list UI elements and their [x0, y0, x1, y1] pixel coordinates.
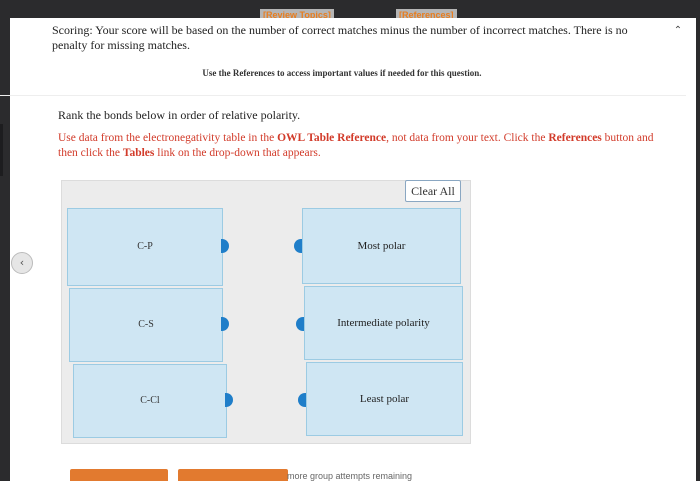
bond-item-c-s[interactable]: C-S	[69, 288, 223, 362]
scoring-text: Scoring: Your score will be based on the…	[52, 23, 628, 52]
use-references-text: Use the References to access important v…	[202, 68, 482, 78]
slot-most-polar[interactable]: Most polar	[302, 208, 461, 284]
back-arrow-icon[interactable]: ‹	[11, 252, 33, 274]
slot-label: Least polar	[359, 393, 410, 405]
attempts-remaining-text: more group attempts remaining	[287, 471, 413, 481]
question-prompt: Rank the bonds below in order of relativ…	[58, 108, 301, 122]
drop-target-icon	[294, 239, 302, 253]
note-text: Use data from the electronegativity tabl…	[58, 132, 278, 144]
slot-intermediate-polarity[interactable]: Intermediate polarity	[304, 286, 463, 360]
bond-item-c-p[interactable]: C-P	[67, 208, 223, 286]
bond-label: C-S	[138, 319, 154, 330]
drop-target-icon	[296, 317, 304, 331]
note-text: , not data from your text. Click the	[386, 132, 549, 144]
divider	[0, 95, 686, 96]
retry-entire-group-button[interactable]	[178, 469, 288, 481]
drop-target-icon	[298, 393, 306, 407]
note-bold-tables: Tables	[122, 147, 155, 159]
instruction-note: Use data from the electronegativity tabl…	[58, 131, 668, 161]
slot-least-polar[interactable]: Least polar	[306, 362, 463, 436]
slot-label: Most polar	[357, 240, 406, 252]
left-edge-marker	[0, 124, 3, 176]
scroll-up-icon[interactable]: ⌃	[671, 24, 685, 38]
bond-item-c-cl[interactable]: C-Cl	[73, 364, 227, 438]
note-bold-owl-table: OWL Table Reference	[277, 132, 387, 144]
note-text: link on the drop-down that appears.	[154, 147, 321, 159]
clear-all-button[interactable]: Clear All	[405, 180, 461, 202]
slot-label: Intermediate polarity	[337, 317, 430, 329]
bond-label: C-Cl	[140, 395, 160, 406]
bond-label: C-P	[137, 241, 153, 252]
note-bold-references: References	[548, 132, 602, 144]
submit-answer-button[interactable]	[70, 469, 168, 481]
